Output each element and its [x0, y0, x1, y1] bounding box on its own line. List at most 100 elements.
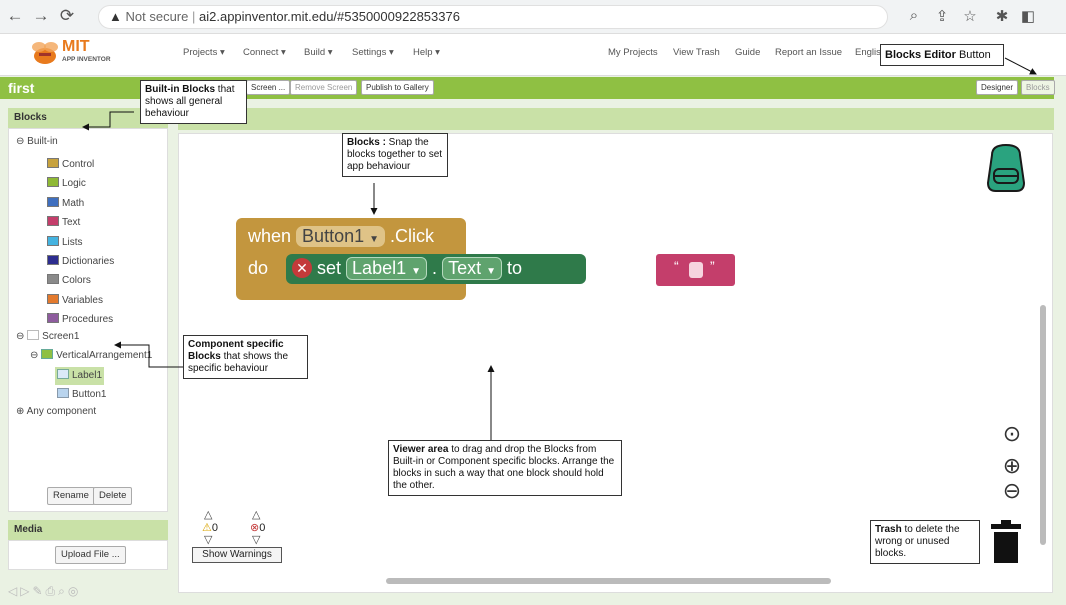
publish-gallery-button[interactable]: Publish to Gallery: [361, 80, 434, 95]
logo-title: MIT: [62, 38, 90, 55]
builtin-drawer-label: Control: [62, 159, 95, 170]
text-string-block[interactable]: “ ”: [656, 254, 735, 286]
vertical-scrollbar[interactable]: [1040, 305, 1046, 545]
screen-select-button[interactable]: Screen ...: [246, 80, 291, 95]
tree-button1-label: Button1: [72, 389, 107, 400]
warning-down-arrow[interactable]: ▽: [204, 533, 212, 546]
link-view-trash[interactable]: View Trash: [673, 47, 720, 58]
builtin-drawer-variables[interactable]: Variables: [47, 291, 114, 310]
property-dropdown[interactable]: Text ▼: [442, 257, 503, 280]
sidepanel-icon[interactable]: ◧: [1018, 7, 1038, 25]
delete-button[interactable]: Delete: [93, 487, 133, 505]
bee-icon: [32, 42, 58, 64]
dropdown-arrow-icon: ▼: [369, 234, 380, 245]
extensions-icon[interactable]: ✱: [992, 7, 1012, 25]
arrangement-icon: [41, 349, 54, 359]
builtin-drawer-lists[interactable]: Lists: [47, 233, 114, 252]
link-my-projects[interactable]: My Projects: [608, 47, 658, 58]
tree-screen1[interactable]: ⊖ Screen1: [16, 330, 79, 344]
address-bar[interactable]: ▲ Not secure | ai2.appinventor.mit.edu/#…: [98, 5, 888, 29]
builtin-drawer-list: Control Logic Math Text Lists Dictionaries Col…: [47, 155, 114, 330]
tree-label1-label: Label1: [72, 370, 103, 381]
to-keyword: to: [507, 258, 523, 278]
warning-up-arrow[interactable]: △: [204, 508, 212, 521]
label-dropdown-label: Label1: [352, 258, 407, 278]
bottom-nav-icons: ◁▷✎⎙⌕◎: [8, 584, 82, 598]
quote-open: “: [674, 258, 679, 274]
builtin-drawer-label: Variables: [62, 294, 103, 306]
button-icon: [57, 388, 69, 398]
label-dropdown[interactable]: Label1 ▼: [346, 257, 428, 280]
remove-screen-button[interactable]: Remove Screen: [290, 80, 358, 95]
url-text: ai2.appinventor.mit.edu/#535000092285337…: [199, 9, 460, 24]
menu-settings[interactable]: Settings ▾: [352, 47, 394, 58]
upload-file-button[interactable]: Upload File ...: [55, 546, 126, 564]
tree-builtin-label: Built-in: [27, 136, 58, 147]
security-label: Not secure: [125, 9, 189, 24]
menu-build[interactable]: Build ▾: [304, 47, 333, 58]
trash-icon[interactable]: [989, 520, 1023, 564]
error-icon[interactable]: ✕: [292, 258, 312, 278]
tree-any-component[interactable]: ⊕ Any component: [16, 405, 96, 419]
designer-button[interactable]: Designer: [976, 80, 1019, 95]
builtin-drawer-text[interactable]: Text: [47, 213, 114, 232]
media-header: Media: [8, 520, 168, 540]
property-dropdown-label: Text: [448, 258, 482, 278]
zoom-icon[interactable]: ⌕: [904, 7, 924, 24]
backpack-icon[interactable]: [980, 141, 1032, 193]
tree-vertical-arrangement[interactable]: ⊖ VerticalArrangement1: [30, 349, 152, 363]
dot-separator: .: [432, 258, 438, 278]
reload-icon[interactable]: ⟳: [56, 6, 78, 26]
tree-vertical-arrangement-label: VerticalArrangement1: [56, 350, 153, 361]
builtin-drawer-label: Lists: [62, 236, 83, 248]
collapse-icon: ⊖: [16, 331, 25, 342]
button-dropdown-label: Button1: [302, 226, 365, 246]
logo-subtitle: APP INVENTOR: [62, 56, 111, 63]
link-language[interactable]: Englis: [855, 47, 881, 58]
annotation-blocks: Blocks : Snap the blocks together to set…: [342, 133, 448, 177]
horizontal-scrollbar[interactable]: [386, 578, 831, 584]
builtin-drawer-procedures[interactable]: Procedures: [47, 310, 114, 329]
menu-projects[interactable]: Projects ▾: [183, 47, 225, 58]
zoom-out-icon[interactable]: ⊖: [1000, 478, 1024, 504]
annotation-component-blocks: Component specific Blocks that shows the…: [183, 335, 308, 379]
button-dropdown[interactable]: Button1 ▼: [296, 226, 386, 247]
menu-help[interactable]: Help ▾: [413, 47, 440, 58]
builtin-drawer-math[interactable]: Math: [47, 194, 114, 213]
forward-icon[interactable]: →: [30, 6, 52, 26]
when-click-header: when Button1 ▼ .Click: [248, 226, 434, 247]
builtin-drawer-dictionaries[interactable]: Dictionaries: [47, 252, 114, 271]
annotation-builtin-blocks: Built-in Blocks that shows all general b…: [140, 80, 247, 124]
screen-icon: [27, 330, 40, 340]
builtin-drawer-logic[interactable]: Logic: [47, 174, 114, 193]
builtin-drawer-control[interactable]: Control: [47, 155, 114, 174]
tree-label1[interactable]: Label1: [55, 367, 105, 385]
builtin-drawer-label: Dictionaries: [62, 255, 115, 267]
rename-button[interactable]: Rename: [47, 487, 95, 505]
annotation-trash: Trash to delete the wrong or unused bloc…: [870, 520, 980, 564]
tree-builtin[interactable]: ⊖ Built-in: [16, 135, 58, 149]
set-keyword: set: [317, 258, 342, 278]
text-value-field[interactable]: [689, 262, 703, 278]
blocks-editor-button[interactable]: Blocks: [1021, 80, 1055, 95]
link-report-issue[interactable]: Report an Issue: [775, 47, 842, 58]
viewer-header-bar: [178, 108, 1054, 130]
link-guide[interactable]: Guide: [735, 47, 760, 58]
mit-logo[interactable]: MIT APP INVENTOR: [30, 38, 130, 70]
back-icon[interactable]: ←: [4, 6, 26, 26]
menu-connect[interactable]: Connect ▾: [243, 47, 286, 58]
show-warnings-button[interactable]: Show Warnings: [192, 547, 282, 563]
builtin-drawer-colors[interactable]: Colors: [47, 271, 114, 290]
share-icon[interactable]: ⇪: [932, 7, 952, 25]
error-up-arrow[interactable]: △: [252, 508, 260, 521]
control-color-icon: [47, 158, 59, 168]
center-icon[interactable]: ⊙: [1000, 421, 1024, 447]
zoom-in-icon[interactable]: ⊕: [1000, 453, 1024, 479]
tree-button1[interactable]: Button1: [57, 388, 106, 402]
star-icon[interactable]: ☆: [960, 7, 980, 25]
annotation-blocks-editor: Blocks Editor Button: [880, 44, 1004, 66]
dropdown-arrow-icon: ▼: [486, 266, 497, 277]
label-icon: [57, 369, 69, 379]
error-down-arrow[interactable]: ▽: [252, 533, 260, 546]
warning-icon: ▲: [109, 9, 122, 24]
